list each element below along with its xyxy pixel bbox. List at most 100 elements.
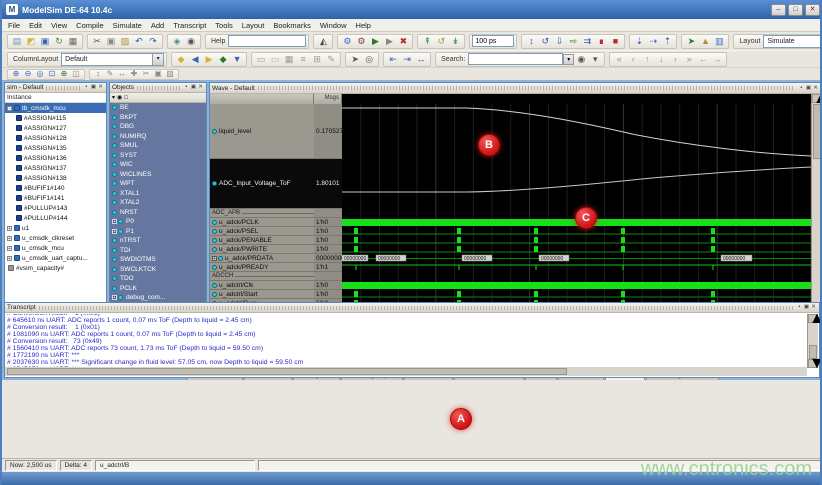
menu-compile[interactable]: Compile	[76, 21, 104, 30]
float-icon[interactable]: ▣	[805, 85, 812, 92]
filter-icon[interactable]: ▾	[112, 94, 115, 101]
draw-tool-icon[interactable]: ✎	[325, 53, 338, 66]
left-small-icon[interactable]: ←	[697, 53, 710, 66]
step-out-icon[interactable]: ⇡	[661, 35, 674, 48]
wave-panel-header[interactable]: Wave - Default ▪ ▣ ✕	[210, 83, 821, 94]
first-page-icon[interactable]: «	[613, 53, 626, 66]
search-options-icon[interactable]: ▾	[589, 53, 602, 66]
object-item-p0[interactable]: +P0	[110, 217, 206, 227]
restart-icon[interactable]: ↺	[539, 35, 552, 48]
menu-window[interactable]: Window	[320, 21, 347, 30]
break-run-icon[interactable]: ∎	[595, 35, 608, 48]
wave-signal-liquid-level[interactable]: liquid_level	[210, 104, 314, 159]
columnlayout-select[interactable]: Default▾	[61, 53, 164, 66]
add-region-icon[interactable]: ▼	[231, 53, 244, 66]
drag-handle[interactable]	[39, 306, 793, 310]
drag-handle[interactable]	[46, 86, 80, 90]
bookmark-add-icon[interactable]: ◈	[171, 35, 184, 48]
tree-item--assign-128[interactable]: #ASSIGN#128	[5, 133, 106, 143]
zoom-in-active-icon[interactable]: ⊕	[59, 69, 70, 79]
transcript-hscrollbar[interactable]	[5, 367, 807, 376]
open-folder-icon[interactable]: ◩	[25, 35, 38, 48]
tree-item-u-cmsdk-clkreset[interactable]: +u_cmsdk_clkreset	[5, 233, 106, 243]
env-back-icon[interactable]: ↡	[449, 35, 462, 48]
object-item-bkpt[interactable]: BKPT	[110, 113, 206, 123]
menu-layout[interactable]: Layout	[242, 21, 265, 30]
help-input[interactable]	[228, 35, 306, 47]
compile-icon[interactable]: ⚙	[341, 35, 354, 48]
object-item-syst[interactable]: SYST	[110, 151, 206, 161]
scroll-up-icon[interactable]: ▲	[808, 314, 818, 323]
expander-icon[interactable]: +	[7, 246, 12, 251]
menu-add[interactable]: Add	[151, 21, 164, 30]
transcript-log[interactable]: # Conversion result: 1 (0x01)# 645610 ns…	[5, 314, 807, 368]
chevron-down-icon[interactable]: ▾	[563, 54, 574, 65]
float-icon[interactable]: ▣	[190, 84, 197, 91]
zoom-mode-icon[interactable]: ◫	[71, 69, 82, 79]
stop-sim-icon[interactable]: ■	[609, 35, 622, 48]
object-item-be[interactable]: BE	[110, 103, 206, 113]
transcript-vscrollbar[interactable]: ▲ ▼	[807, 314, 818, 368]
prev-transition-icon[interactable]: ⇤	[387, 53, 400, 66]
menu-edit[interactable]: Edit	[29, 21, 42, 30]
instance-column-header[interactable]: Instance	[5, 93, 106, 103]
last-page-icon[interactable]: »	[683, 53, 696, 66]
msgs-column-header[interactable]: Msgs	[314, 94, 342, 104]
expander-icon[interactable]: -	[7, 106, 12, 111]
object-item-p1[interactable]: +P1	[110, 227, 206, 237]
cursor-mode-icon[interactable]: ↕	[93, 69, 104, 79]
tree-item--assign-115[interactable]: #ASSIGN#115	[5, 113, 106, 123]
expander-icon[interactable]: +	[7, 256, 12, 261]
expander-icon[interactable]: +	[7, 236, 12, 241]
close-panel-icon[interactable]: ✕	[97, 84, 104, 91]
wave-signal-u-adck-pclk[interactable]: u_adck/PCLK	[210, 218, 314, 227]
tree-item-u-cmsdk-uart-captu-[interactable]: +u_cmsdk_uart_captu...	[5, 253, 106, 263]
print-icon[interactable]: ▦	[67, 35, 80, 48]
copy-icon[interactable]: ▣	[105, 35, 118, 48]
step-into-icon[interactable]: ⇣	[633, 35, 646, 48]
zoom-in-icon[interactable]: ⊕	[11, 69, 22, 79]
compile-all-icon[interactable]: ⚙	[355, 35, 368, 48]
layout-select[interactable]: Simulate▾	[763, 35, 822, 48]
paste-wave-icon[interactable]: ▨	[165, 69, 176, 79]
objects-panel-header[interactable]: Objects ▪ ▣ ✕	[110, 83, 206, 93]
tree-item-u1[interactable]: +u1	[5, 223, 106, 233]
right-small-icon[interactable]: →	[711, 53, 724, 66]
scroll-thumb[interactable]	[7, 368, 567, 375]
name-column-header[interactable]	[210, 94, 314, 104]
wave-signal-u-adctrl-clk[interactable]: u_adctrl/Clk	[210, 281, 314, 290]
transcript-header[interactable]: Transcript ▪ ▣ ✕	[5, 303, 819, 313]
object-item-swclktck[interactable]: SWCLKTCK	[110, 265, 206, 275]
pin-icon[interactable]: ▪	[796, 304, 803, 311]
insert-row-icon[interactable]: ≡	[297, 53, 310, 66]
continue-run-icon[interactable]: ⇨	[567, 35, 580, 48]
expander-icon[interactable]: +	[112, 295, 117, 300]
object-item-numirq[interactable]: NUMIRQ	[110, 132, 206, 142]
select-tool-icon[interactable]: ➤	[349, 53, 362, 66]
simulate-options-icon[interactable]: ▶	[383, 35, 396, 48]
zoom-full-icon[interactable]: ◎	[35, 69, 46, 79]
run-all-icon[interactable]: ⇉	[581, 35, 594, 48]
maximize-button[interactable]: □	[788, 4, 803, 16]
object-item-tdi[interactable]: TDI	[110, 246, 206, 256]
sort-icon[interactable]: □	[124, 95, 128, 101]
profile-icon[interactable]: ▲	[699, 35, 712, 48]
env-refresh-icon[interactable]: ↺	[435, 35, 448, 48]
save-icon[interactable]: ▣	[39, 35, 52, 48]
add-bookmark-icon[interactable]: ▶	[203, 53, 216, 66]
wave-signal-u-adck-pready[interactable]: u_adck/PREADY	[210, 263, 314, 272]
redo-icon[interactable]: ↷	[147, 35, 160, 48]
object-item-wiclines[interactable]: WICLINES	[110, 170, 206, 180]
copy-wave-icon[interactable]: ▣	[153, 69, 164, 79]
tree-item--pullup-143[interactable]: #PULLUP#143	[5, 203, 106, 213]
tree-item--assign-136[interactable]: #ASSIGN#136	[5, 153, 106, 163]
chevron-down-icon[interactable]: ▾	[152, 54, 163, 65]
menu-transcript[interactable]: Transcript	[173, 21, 206, 30]
memory-icon[interactable]: ▥	[713, 35, 726, 48]
object-item-smul[interactable]: SMUL	[110, 141, 206, 151]
object-item-wpt[interactable]: WPT	[110, 179, 206, 189]
expander-icon[interactable]: +	[112, 219, 117, 224]
search-exec-icon[interactable]: ◉	[575, 53, 588, 66]
expander-icon[interactable]: +	[112, 229, 117, 234]
scroll-thumb[interactable]	[813, 104, 822, 159]
